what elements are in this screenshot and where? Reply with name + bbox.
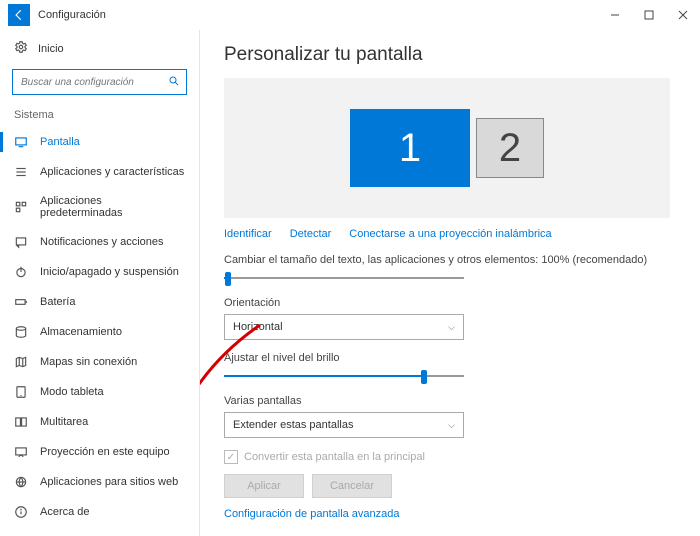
sidebar-item-tablet[interactable]: Modo tableta <box>0 377 199 407</box>
home-label: Inicio <box>38 43 64 55</box>
display-icon <box>14 135 28 149</box>
sidebar-item-label: Modo tableta <box>40 386 104 398</box>
sidebar-item-projection[interactable]: Proyección en este equipo <box>0 437 199 467</box>
sidebar-item-maps[interactable]: Mapas sin conexión <box>0 347 199 377</box>
sidebar-item-label: Mapas sin conexión <box>40 356 137 368</box>
sidebar-item-label: Almacenamiento <box>40 326 122 338</box>
sidebar-item-display[interactable]: Pantalla <box>0 127 199 157</box>
sidebar-item-label: Acerca de <box>40 506 90 518</box>
notification-icon <box>14 235 28 249</box>
orientation-value: Horizontal <box>233 321 283 333</box>
make-primary-label: Convertir esta pantalla en la principal <box>244 451 425 463</box>
multitask-icon <box>14 415 28 429</box>
multidisplay-value: Extender estas pantallas <box>233 419 353 431</box>
multidisplay-label: Varias pantallas <box>224 395 670 407</box>
power-icon <box>14 265 28 279</box>
checkbox-icon: ✓ <box>224 450 238 464</box>
sidebar-item-power[interactable]: Inicio/apagado y suspensión <box>0 257 199 287</box>
sidebar-item-label: Multitarea <box>40 416 88 428</box>
section-label: Sistema <box>0 105 199 127</box>
sidebar-item-webapps[interactable]: Aplicaciones para sitios web <box>0 467 199 497</box>
advanced-link[interactable]: Configuración de pantalla avanzada <box>224 508 400 520</box>
search-input[interactable] <box>21 77 168 88</box>
identify-link[interactable]: Identificar <box>224 228 272 240</box>
defaults-icon <box>14 200 28 214</box>
storage-icon <box>14 325 28 339</box>
sidebar-item-label: Aplicaciones y características <box>40 166 184 178</box>
sidebar-item-label: Proyección en este equipo <box>40 446 170 458</box>
tablet-icon <box>14 385 28 399</box>
maximize-button[interactable] <box>632 0 666 30</box>
sidebar-item-label: Pantalla <box>40 136 80 148</box>
back-button[interactable] <box>8 4 30 26</box>
sidebar-item-battery[interactable]: Batería <box>0 287 199 317</box>
monitor-1[interactable]: 1 <box>350 109 470 187</box>
sidebar-item-apps[interactable]: Aplicaciones y características <box>0 157 199 187</box>
minimize-button[interactable] <box>598 0 632 30</box>
sidebar-item-label: Inicio/apagado y suspensión <box>40 266 179 278</box>
detect-link[interactable]: Detectar <box>290 228 332 240</box>
sidebar: Inicio Sistema Pantalla Aplicaciones y c… <box>0 30 200 536</box>
titlebar: Configuración <box>0 0 700 30</box>
info-icon <box>14 505 28 519</box>
slider-thumb[interactable] <box>225 272 231 286</box>
cancel-button[interactable]: Cancelar <box>312 474 392 498</box>
wireless-link[interactable]: Conectarse a una proyección inalámbrica <box>349 228 551 240</box>
chevron-down-icon: ⌵ <box>448 420 455 431</box>
orientation-select[interactable]: Horizontal ⌵ <box>224 314 464 340</box>
sidebar-item-storage[interactable]: Almacenamiento <box>0 317 199 347</box>
main-panel: Personalizar tu pantalla 1 2 Identificar… <box>200 30 700 536</box>
monitor-2[interactable]: 2 <box>476 118 544 178</box>
close-button[interactable] <box>666 0 700 30</box>
page-heading: Personalizar tu pantalla <box>224 44 670 66</box>
gear-icon <box>14 40 28 57</box>
display-arrangement[interactable]: 1 2 <box>224 78 670 218</box>
sidebar-item-default-apps[interactable]: Aplicaciones predeterminadas <box>0 187 199 227</box>
chevron-down-icon: ⌵ <box>448 322 455 333</box>
home-link[interactable]: Inicio <box>0 30 199 65</box>
sidebar-item-label: Aplicaciones para sitios web <box>40 476 178 488</box>
make-primary-checkbox: ✓ Convertir esta pantalla en la principa… <box>224 450 670 464</box>
map-icon <box>14 355 28 369</box>
sidebar-item-about[interactable]: Acerca de <box>0 497 199 527</box>
search-box[interactable] <box>12 69 187 95</box>
scale-slider[interactable] <box>224 271 464 285</box>
sidebar-item-label: Batería <box>40 296 75 308</box>
brightness-label: Ajustar el nivel del brillo <box>224 352 670 364</box>
slider-thumb[interactable] <box>421 370 427 384</box>
web-icon <box>14 475 28 489</box>
project-icon <box>14 445 28 459</box>
apply-button[interactable]: Aplicar <box>224 474 304 498</box>
scale-label: Cambiar el tamaño del texto, las aplicac… <box>224 254 670 266</box>
sidebar-item-label: Aplicaciones predeterminadas <box>40 195 185 219</box>
sidebar-item-multitask[interactable]: Multitarea <box>0 407 199 437</box>
sidebar-item-notifications[interactable]: Notificaciones y acciones <box>0 227 199 257</box>
search-icon <box>168 75 180 90</box>
battery-icon <box>14 295 28 309</box>
window-title: Configuración <box>38 9 106 21</box>
list-icon <box>14 165 28 179</box>
multidisplay-select[interactable]: Extender estas pantallas ⌵ <box>224 412 464 438</box>
orientation-label: Orientación <box>224 297 670 309</box>
brightness-slider[interactable] <box>224 369 464 383</box>
sidebar-item-label: Notificaciones y acciones <box>40 236 164 248</box>
